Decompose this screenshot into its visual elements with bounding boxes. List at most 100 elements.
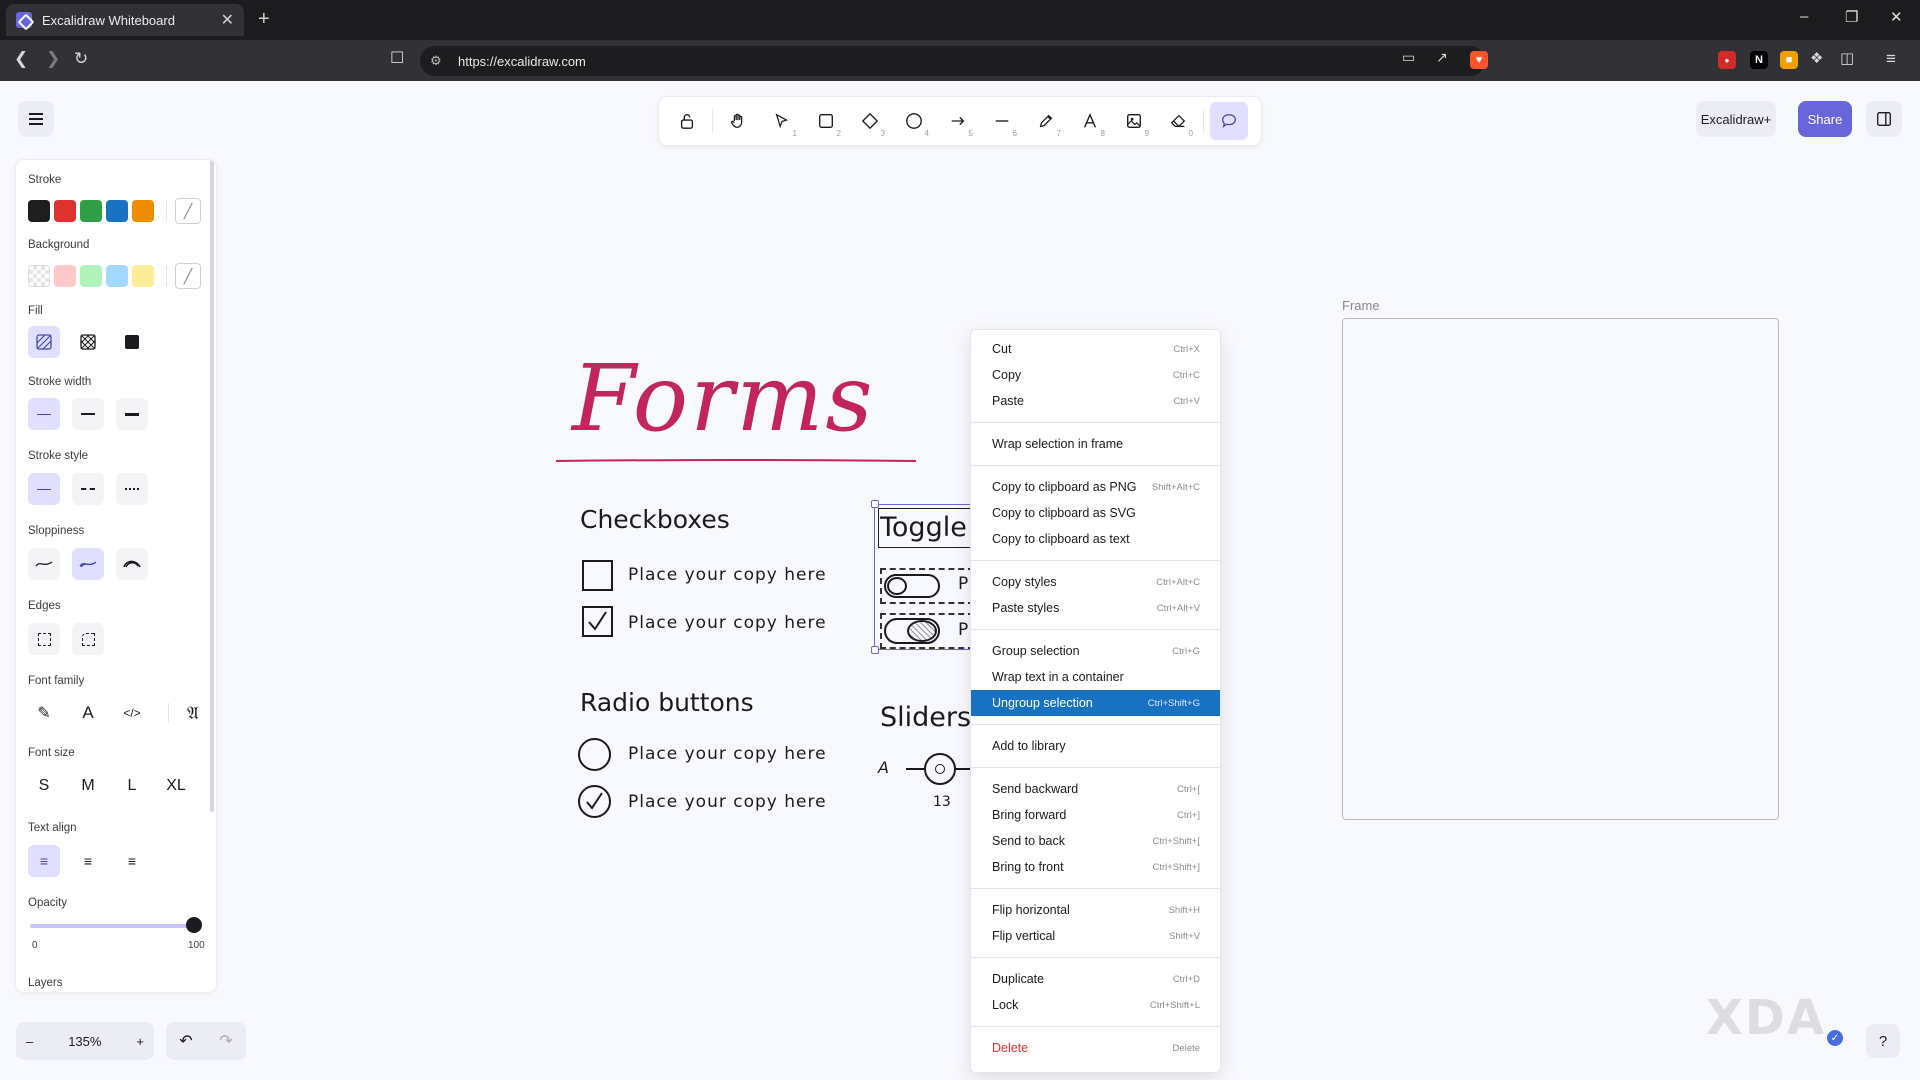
- font-more-button[interactable]: 𝔄: [177, 697, 209, 729]
- stroke-custom-color-button[interactable]: ╱: [175, 198, 201, 224]
- forms-heading[interactable]: Forms: [572, 345, 875, 452]
- opacity-slider-thumb[interactable]: [186, 917, 202, 933]
- background-swatch-yellow[interactable]: [132, 265, 154, 287]
- laser-tool-button[interactable]: [1210, 102, 1248, 140]
- resize-handle[interactable]: [871, 646, 879, 654]
- close-window-button[interactable]: ✕: [1890, 8, 1903, 26]
- stroke-swatch-red[interactable]: [54, 200, 76, 222]
- opacity-slider-track[interactable]: [30, 924, 190, 928]
- stroke-swatch-green[interactable]: [80, 200, 102, 222]
- text-align-center-button[interactable]: ≡: [72, 845, 104, 877]
- menu-item-cut[interactable]: Cut Ctrl+X: [971, 336, 1220, 362]
- font-normal-button[interactable]: A: [72, 697, 104, 729]
- stroke-width-bold-button[interactable]: [72, 398, 104, 430]
- menu-item-wrap-text[interactable]: Wrap text in a container: [971, 664, 1220, 690]
- sloppiness-architect-button[interactable]: [28, 548, 60, 580]
- radio-empty[interactable]: [578, 738, 611, 771]
- font-size-xl-button[interactable]: XL: [160, 770, 192, 802]
- line-tool-button[interactable]: 6: [983, 102, 1021, 140]
- font-size-medium-button[interactable]: M: [72, 770, 104, 802]
- menu-item-delete[interactable]: Delete Delete: [971, 1035, 1220, 1061]
- minimize-window-button[interactable]: –: [1800, 8, 1808, 25]
- reload-icon[interactable]: ↻: [74, 49, 88, 69]
- fill-hachure-button[interactable]: [28, 326, 60, 358]
- forward-arrow-icon[interactable]: ❯: [46, 49, 60, 69]
- new-tab-button[interactable]: +: [258, 8, 270, 31]
- title-underline[interactable]: [556, 459, 916, 463]
- checkbox-label[interactable]: Place your copy here: [628, 565, 827, 585]
- font-size-small-button[interactable]: S: [28, 770, 60, 802]
- text-align-left-button[interactable]: ≡: [28, 845, 60, 877]
- toggle-heading[interactable]: Toggle: [880, 512, 967, 543]
- stroke-style-solid-button[interactable]: [28, 473, 60, 505]
- menu-item-send-to-back[interactable]: Send to back Ctrl+Shift+[: [971, 828, 1220, 854]
- menu-item-copy-styles[interactable]: Copy styles Ctrl+Alt+C: [971, 569, 1220, 595]
- extension-red-icon[interactable]: ●: [1718, 51, 1736, 69]
- sloppiness-artist-button[interactable]: [72, 548, 104, 580]
- stroke-width-extra-bold-button[interactable]: [116, 398, 148, 430]
- help-button[interactable]: ?: [1866, 1024, 1900, 1058]
- frame[interactable]: [1342, 318, 1779, 820]
- font-size-large-button[interactable]: L: [116, 770, 148, 802]
- undo-button[interactable]: ↶: [179, 1031, 192, 1051]
- sliders-heading[interactable]: Sliders: [880, 702, 971, 733]
- lock-tool-button[interactable]: [668, 102, 706, 140]
- menu-item-add-to-library[interactable]: Add to library: [971, 733, 1220, 759]
- stroke-swatch-black[interactable]: [28, 200, 50, 222]
- library-button[interactable]: [1866, 101, 1902, 137]
- radio-label[interactable]: Place your copy here: [628, 744, 827, 764]
- background-swatch-pink[interactable]: [54, 265, 76, 287]
- back-arrow-icon[interactable]: ❮: [14, 49, 28, 69]
- redo-button[interactable]: ↷: [219, 1031, 232, 1051]
- menu-item-duplicate[interactable]: Duplicate Ctrl+D: [971, 966, 1220, 992]
- share-button[interactable]: Share: [1798, 101, 1852, 137]
- menu-item-copy-svg[interactable]: Copy to clipboard as SVG: [971, 500, 1220, 526]
- excalidraw-plus-button[interactable]: Excalidraw+: [1696, 101, 1776, 137]
- main-menu-button[interactable]: [18, 101, 54, 137]
- stroke-swatch-blue[interactable]: [106, 200, 128, 222]
- checkboxes-heading[interactable]: Checkboxes: [580, 505, 730, 534]
- radio-label[interactable]: Place your copy here: [628, 792, 827, 812]
- fill-cross-hatch-button[interactable]: [72, 326, 104, 358]
- fill-solid-button[interactable]: [116, 326, 148, 358]
- url-input[interactable]: https://excalidraw.com: [420, 46, 1485, 76]
- edges-round-button[interactable]: [72, 623, 104, 655]
- menu-item-send-backward[interactable]: Send backward Ctrl+[: [971, 776, 1220, 802]
- maximize-window-button[interactable]: ❐: [1845, 8, 1858, 26]
- browser-menu-icon[interactable]: ≡: [1886, 49, 1896, 69]
- draw-tool-button[interactable]: 7: [1027, 102, 1065, 140]
- stroke-style-dashed-button[interactable]: [72, 473, 104, 505]
- share-page-icon[interactable]: ↗: [1436, 49, 1448, 66]
- selection-tool-button[interactable]: 1: [763, 102, 801, 140]
- checkbox-empty[interactable]: [582, 560, 613, 591]
- stroke-swatch-orange[interactable]: [132, 200, 154, 222]
- diamond-tool-button[interactable]: 3: [851, 102, 889, 140]
- close-tab-icon[interactable]: ✕: [221, 10, 234, 30]
- background-swatch-blue[interactable]: [106, 265, 128, 287]
- stroke-width-thin-button[interactable]: [28, 398, 60, 430]
- menu-item-flip-vertical[interactable]: Flip vertical Shift+V: [971, 923, 1220, 949]
- menu-item-bring-forward[interactable]: Bring forward Ctrl+]: [971, 802, 1220, 828]
- browser-tab[interactable]: Excalidraw Whiteboard ✕: [6, 4, 244, 36]
- ellipse-tool-button[interactable]: 4: [895, 102, 933, 140]
- menu-item-lock[interactable]: Lock Ctrl+Shift+L: [971, 992, 1220, 1018]
- menu-item-paste[interactable]: Paste Ctrl+V: [971, 388, 1220, 414]
- extension-yellow-icon[interactable]: ■: [1780, 51, 1798, 69]
- font-hand-drawn-button[interactable]: ✎: [28, 697, 60, 729]
- site-settings-icon[interactable]: ⚙: [430, 53, 442, 69]
- bookmark-icon[interactable]: ☐: [390, 48, 404, 68]
- frame-label[interactable]: Frame: [1342, 298, 1380, 313]
- menu-item-flip-horizontal[interactable]: Flip horizontal Shift+H: [971, 897, 1220, 923]
- rectangle-tool-button[interactable]: 2: [807, 102, 845, 140]
- zoom-out-button[interactable]: –: [26, 1034, 33, 1049]
- menu-item-bring-to-front[interactable]: Bring to front Ctrl+Shift+]: [971, 854, 1220, 880]
- font-code-button[interactable]: </>: [116, 697, 148, 729]
- text-tool-button[interactable]: 8: [1071, 102, 1109, 140]
- toggle-label[interactable]: P: [958, 620, 968, 640]
- menu-item-copy-png[interactable]: Copy to clipboard as PNG Shift+Alt+C: [971, 474, 1220, 500]
- menu-item-copy[interactable]: Copy Ctrl+C: [971, 362, 1220, 388]
- menu-item-group[interactable]: Group selection Ctrl+G: [971, 638, 1220, 664]
- sloppiness-cartoonist-button[interactable]: [116, 548, 148, 580]
- stroke-style-dotted-button[interactable]: [116, 473, 148, 505]
- background-swatch-green[interactable]: [80, 265, 102, 287]
